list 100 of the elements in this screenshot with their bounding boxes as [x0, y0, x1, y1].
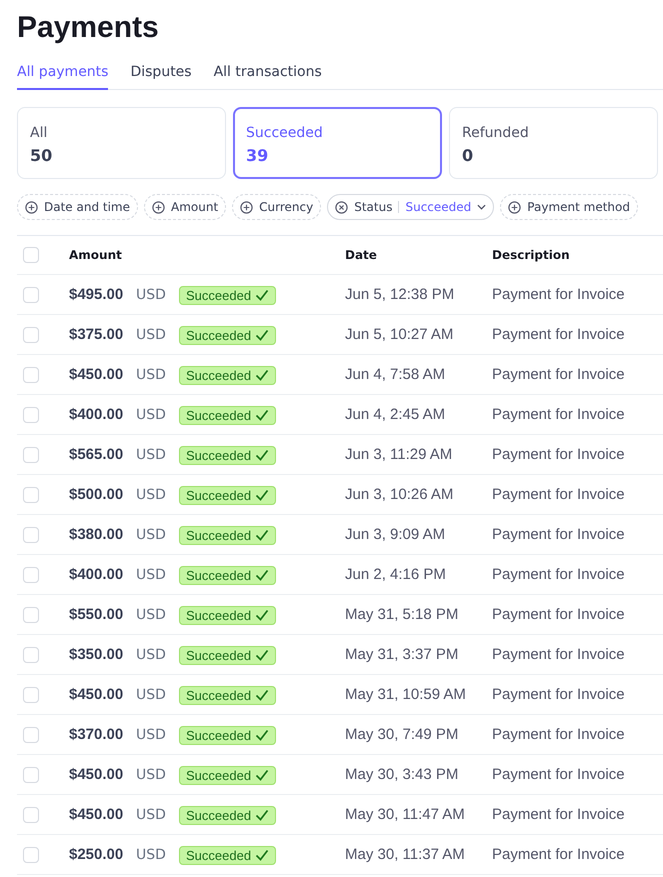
date-cell-text: May 31, 10:59 AM — [345, 686, 467, 703]
checkbox[interactable] — [23, 766, 39, 782]
status-badge: Succeeded — [179, 526, 276, 544]
close-icon — [335, 200, 348, 214]
tab[interactable]: All transactions — [214, 58, 322, 90]
checkbox[interactable] — [23, 806, 39, 822]
currency-cell-text: USD — [136, 766, 167, 782]
checkbox[interactable] — [23, 326, 39, 342]
status-badge: Succeeded — [179, 406, 276, 424]
amount-cell-text: $250.00 — [69, 846, 124, 863]
amount-cell-text: $380.00 — [69, 526, 124, 543]
status-badge: Succeeded — [179, 606, 276, 624]
description-cell: Payment for Invoice — [492, 726, 625, 743]
description-cell: Payment for Invoice — [492, 366, 625, 383]
caret-icon — [477, 204, 486, 210]
card-label: All — [30, 125, 48, 141]
filter-chip[interactable]: Payment method — [500, 194, 638, 220]
checkbox[interactable] — [23, 526, 39, 542]
currency-cell-text: USD — [136, 566, 167, 582]
date-cell-text: Jun 4, 7:58 AM — [345, 366, 446, 383]
checkmark-icon — [255, 729, 270, 741]
checkbox[interactable] — [23, 446, 39, 462]
filter-chip[interactable]: Amount — [144, 194, 226, 220]
checkbox[interactable] — [23, 846, 39, 862]
status-badge: Succeeded — [179, 286, 276, 304]
currency-cell-text: USD — [136, 486, 167, 502]
filter-chip[interactable]: Date and time — [17, 194, 138, 220]
currency-cell-text: USD — [136, 726, 167, 742]
status-badge: Succeeded — [179, 326, 276, 344]
amount-cell-text: $450.00 — [69, 686, 124, 703]
card-count: 0 — [462, 146, 474, 165]
amount-cell-text: $400.00 — [69, 406, 124, 423]
amount-cell-text: $450.00 — [69, 766, 124, 783]
currency-cell-text: USD — [136, 326, 167, 342]
currency-cell-text: USD — [136, 806, 167, 822]
checkbox[interactable] — [23, 566, 39, 582]
column-header: Date — [345, 248, 378, 262]
checkbox[interactable] — [23, 247, 39, 263]
filter-chip[interactable]: Currency — [232, 194, 322, 220]
status-badge: Succeeded — [179, 366, 276, 384]
page-title: Payments — [17, 10, 159, 46]
currency-cell-text: USD — [136, 846, 167, 862]
checkmark-icon — [255, 809, 270, 821]
column-header: Amount — [69, 248, 123, 262]
checkbox[interactable] — [23, 686, 39, 702]
date-cell-text: Jun 5, 12:38 PM — [345, 286, 456, 303]
status-badge: Succeeded — [179, 566, 276, 584]
summary-card[interactable]: All 50 — [17, 107, 226, 179]
description-cell: Payment for Invoice — [492, 286, 625, 303]
card-count: 39 — [246, 146, 268, 165]
description-cell: Payment for Invoice — [492, 566, 625, 583]
checkbox[interactable] — [23, 486, 39, 502]
tab[interactable]: All payments — [17, 58, 108, 90]
checkmark-icon — [255, 289, 270, 301]
checkbox[interactable] — [23, 406, 39, 422]
amount-cell-text: $350.00 — [69, 646, 124, 663]
date-cell-text: May 30, 7:49 PM — [345, 726, 460, 743]
currency-cell-text: USD — [136, 446, 167, 462]
description-cell: Payment for Invoice — [492, 446, 625, 463]
checkbox[interactable] — [23, 286, 39, 302]
checkmark-icon — [255, 689, 270, 701]
amount-cell-text: $495.00 — [69, 286, 124, 303]
checkmark-icon — [255, 849, 270, 861]
checkmark-icon — [255, 329, 270, 341]
description-cell: Payment for Invoice — [492, 766, 625, 783]
checkmark-icon — [255, 609, 270, 621]
checkmark-icon — [255, 529, 270, 541]
status-badge: Succeeded — [179, 686, 276, 704]
checkbox[interactable] — [23, 366, 39, 382]
currency-cell-text: USD — [136, 286, 167, 302]
checkbox[interactable] — [23, 646, 39, 662]
description-cell: Payment for Invoice — [492, 326, 625, 343]
date-cell-text: Jun 3, 10:26 AM — [345, 486, 454, 503]
currency-cell-text: USD — [136, 526, 167, 542]
date-cell-text: Jun 4, 2:45 AM — [345, 406, 446, 423]
amount-cell-text: $375.00 — [69, 326, 124, 343]
tab[interactable]: Disputes — [130, 58, 192, 90]
date-cell-text: May 30, 3:43 PM — [345, 766, 460, 783]
date-cell-text: Jun 3, 11:29 AM — [345, 446, 454, 463]
filter-chip[interactable]: Status Succeeded — [327, 194, 494, 220]
checkbox[interactable] — [23, 606, 39, 622]
amount-cell-text: $400.00 — [69, 566, 124, 583]
checkmark-icon — [255, 369, 270, 381]
amount-cell-text: $550.00 — [69, 606, 124, 623]
summary-card[interactable]: Succeeded 39 — [233, 107, 442, 179]
checkmark-icon — [255, 489, 270, 501]
status-badge: Succeeded — [179, 486, 276, 504]
summary-card[interactable]: Refunded 0 — [449, 107, 658, 179]
amount-cell-text: $450.00 — [69, 806, 124, 823]
description-cell: Payment for Invoice — [492, 646, 625, 663]
description-cell: Payment for Invoice — [492, 406, 625, 423]
checkmark-icon — [255, 449, 270, 461]
checkbox[interactable] — [23, 726, 39, 742]
amount-cell-text: $450.00 — [69, 366, 124, 383]
card-label: Succeeded — [246, 125, 323, 141]
currency-cell-text: USD — [136, 606, 167, 622]
amount-cell-text: $565.00 — [69, 446, 124, 463]
checkmark-icon — [255, 649, 270, 661]
description-cell: Payment for Invoice — [492, 806, 625, 823]
description-cell: Payment for Invoice — [492, 486, 625, 503]
